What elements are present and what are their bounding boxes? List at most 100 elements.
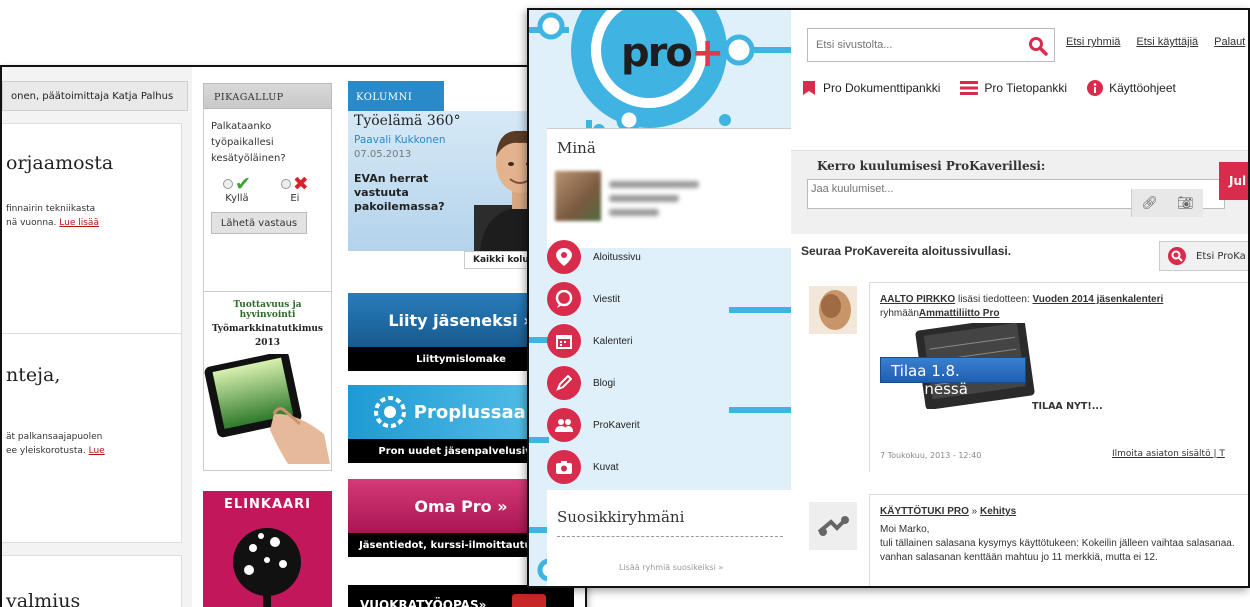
article-title[interactable]: valmius [6,590,80,607]
search-input[interactable] [808,29,1018,61]
article-title[interactable]: orjaamosta [6,152,113,174]
survey-poster[interactable]: Tuottavuus ja hyvinvointi Työmarkkinatut… [203,291,332,471]
excerpt-line: nä vuonna. [6,218,57,228]
main-nav: Aloitussivu Viestit Kalenteri Blogi ProK… [547,236,717,488]
camera-icon [547,450,581,484]
publish-button[interactable]: Jul [1219,162,1248,200]
newsletter-window: onen, päätoimittaja Katja Palhus orjaamo… [0,65,587,607]
site-search [807,28,1055,62]
checkmark-icon: ✔ [235,173,251,195]
screenshot-collage: onen, päätoimittaja Katja Palhus orjaamo… [0,0,1250,607]
order-banner[interactable]: Tilaa 1.8. mennessä [880,357,1026,398]
link-icon[interactable]: 🔗︎ [1141,196,1158,211]
group-link[interactable]: Ammattiliitto Pro [919,308,1000,319]
column-header: KOLUMNI [348,81,444,111]
nav-item-photos[interactable]: Kuvat [547,446,717,488]
nav-item-messages[interactable]: Viestit [547,278,717,320]
avatar[interactable] [809,502,857,550]
activity-post: KÄYTTÖTUKI PRO » Kehitys Moi Marko, tuli… [791,494,1248,586]
suitcase-icon [512,594,547,607]
people-icon [547,408,581,442]
report-content-link[interactable]: Ilmoita asiaton sisältö | T [1112,449,1225,459]
pencil-icon [547,366,581,400]
poster-line: Työmarkkinatutkimus [212,324,323,334]
post-date: 7 Toukokuu, 2013 - 12:40 [880,451,982,460]
feedback-link[interactable]: Palaut [1214,36,1245,48]
poll-header: PIKAGALLUP [203,83,332,109]
post-header: KÄYTTÖTUKI PRO » Kehitys [870,495,1248,519]
favorite-groups-panel: Suosikkiryhmäni Lisää ryhmiä suosikeiksi… [547,490,793,586]
find-friends-label: Etsi ProKa [1196,250,1246,262]
post-target-link[interactable]: Vuoden 2014 jäsenkalenteri [1032,294,1163,305]
find-friends-button[interactable]: Etsi ProKa [1159,241,1248,271]
bookmark-flag-icon [803,81,815,95]
activity-post: AALTO PIRKKO lisäsi tiedotteen: Vuoden 2… [791,282,1248,472]
poll-options: ✔ Kyllä ✖ Ei [211,175,324,204]
speech-bubble-icon [547,282,581,316]
temp-work-guide-banner[interactable]: VUOKRATYÖOPAS» [348,585,574,607]
avatar[interactable] [809,286,857,334]
author-link[interactable]: AALTO PIRKKO [880,294,955,305]
find-users-link[interactable]: Etsi käyttäjiä [1136,36,1198,48]
report-label: Ilmoita asiaton sisältö [1112,449,1211,459]
column-teaser[interactable]: EVAn herrat vastuuta pakoilemassa? [354,172,466,214]
me-title: Minä [557,139,596,157]
banner-top: VUOKRATYÖOPAS» [348,585,574,607]
excerpt-line: ät palkansaajapuolen [6,432,103,442]
nav-item-blog[interactable]: Blogi [547,362,717,404]
group-prefix: ryhmään [880,308,919,319]
author-link[interactable]: KÄYTTÖTUKI PRO [880,506,969,517]
post-action: lisäsi tiedotteen: [957,294,1030,305]
submit-vote-button[interactable]: Lähetä vastaus [211,212,307,234]
article-card[interactable]: valmius [2,555,182,607]
doc-bank-link[interactable]: Pro Dokumenttipankki [823,81,940,95]
elinkaari-title: ELINKAARI [224,497,311,512]
group-link[interactable]: Kehitys [980,506,1016,517]
read-more-link[interactable]: Lue lisää [59,218,99,228]
blurred-name [609,209,659,216]
avatar[interactable] [555,171,601,221]
logo-plus: + [690,30,724,76]
favorites-title: Suosikkiryhmäni [557,508,685,526]
elinkaari-banner[interactable]: ELINKAARI [203,491,332,607]
report-separator: | T [1213,449,1225,459]
post-line: vanhan salasanan kenttään mahtuu jo 11 m… [880,552,1158,563]
top-links: Etsi ryhmiä Etsi käyttäjiä Palaut [1066,36,1245,48]
nav-label: Aloitussivu [593,251,641,263]
find-groups-link[interactable]: Etsi ryhmiä [1066,36,1120,48]
attachment-tools: 🔗︎ 📷︎ [1131,189,1203,217]
radio-button[interactable] [223,179,233,189]
radio-button[interactable] [280,179,291,189]
post-line: Moi Marko, [880,524,930,535]
pro-plus-logo[interactable]: pro+ [621,30,724,76]
post-header: AALTO PIRKKO lisäsi tiedotteen: Vuoden 2… [870,283,1248,321]
poster-line: 2013 [254,338,281,348]
column-author[interactable]: Paavali Kukkonen [354,134,446,146]
post-body: Moi Marko, tuli tällainen salasana kysym… [870,519,1248,565]
nav-item-calendar[interactable]: Kalenteri [547,320,717,362]
article-excerpt: ät palkansaajapuolen ee yleiskorotusta. … [6,430,105,458]
article-card[interactable]: nteja, ät palkansaajapuolen ee yleiskoro… [2,333,182,543]
add-favorites-link[interactable]: Lisää ryhmiä suosikeiksi » [547,537,793,572]
post-card: KÄYTTÖTUKI PRO » Kehitys Moi Marko, tuli… [869,494,1248,586]
instructions-link[interactable]: Käyttöohjeet [1109,81,1176,95]
poll-option-no[interactable]: ✖ Ei [280,173,309,204]
info-bank-link[interactable]: Pro Tietopankki [984,81,1067,95]
order-now-link[interactable]: TILAA NYT!... [1032,401,1103,412]
nav-item-friends[interactable]: ProKaverit [547,404,717,446]
article-excerpt: finnairin tekniikasta nä vuonna. Lue lis… [6,202,99,230]
excerpt-line: ee yleiskorotusta. [6,446,86,456]
search-people-icon [1168,247,1186,265]
read-more-link[interactable]: Lue [89,446,105,456]
nav-item-home[interactable]: Aloitussivu [547,236,717,278]
article-title[interactable]: nteja, [6,364,60,386]
search-icon[interactable] [1028,36,1048,56]
cross-icon: ✖ [292,173,309,195]
nav-label: Blogi [593,377,616,389]
gear-icon [373,396,406,428]
main-content: Etsi ryhmiä Etsi käyttäjiä Palaut Pro Do… [791,10,1248,586]
status-label: Kerro kuulumisesi ProKaverillesi: [817,159,1046,173]
nav-label: Kalenteri [593,335,633,347]
poll-option-yes[interactable]: ✔ Kyllä [223,175,251,204]
camera-icon[interactable]: 📷︎ [1177,196,1194,211]
